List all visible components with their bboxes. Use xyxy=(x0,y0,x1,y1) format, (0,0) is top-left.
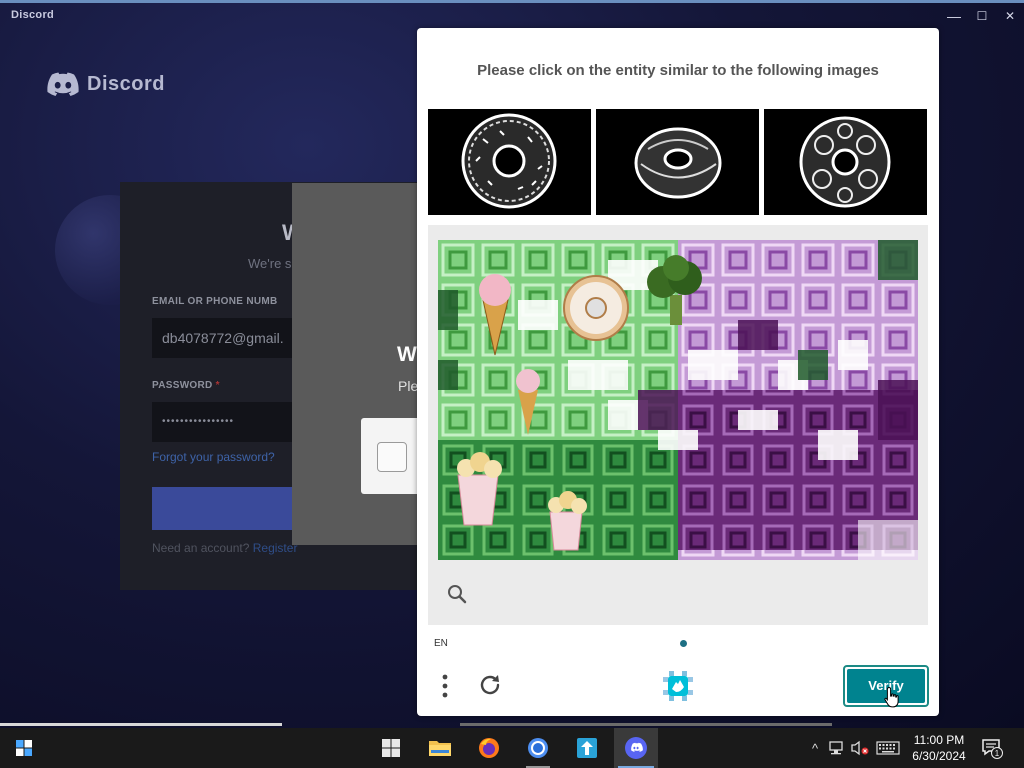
hcaptcha-challenge: Please click on the entity similar to th… xyxy=(417,28,939,716)
password-label: PASSWORD * xyxy=(152,380,220,391)
login-subheading: We're s xyxy=(248,256,292,271)
maximize-button[interactable]: ☐ xyxy=(967,6,997,26)
taskbar-app-store[interactable] xyxy=(565,728,609,768)
discord-logo-text: Discord xyxy=(87,72,165,95)
example-image-1 xyxy=(428,109,591,215)
taskbar-clock[interactable]: 11:00 PM 6/30/2024 xyxy=(910,732,968,764)
challenge-task-image[interactable] xyxy=(438,240,918,560)
taskbar-chrome[interactable] xyxy=(516,728,560,768)
object-donut[interactable] xyxy=(563,275,629,341)
windows-icon xyxy=(382,739,400,757)
app-store-icon xyxy=(577,738,597,758)
zoom-icon[interactable] xyxy=(447,584,467,604)
taskbar-firefox[interactable] xyxy=(467,728,511,768)
network-icon[interactable] xyxy=(828,740,846,756)
taskbar-discord[interactable] xyxy=(614,728,658,768)
language-selector[interactable]: EN xyxy=(434,638,448,649)
refresh-icon[interactable] xyxy=(477,672,503,698)
discord-icon xyxy=(625,737,647,759)
keyboard-icon[interactable] xyxy=(876,740,900,756)
clock-date: 6/30/2024 xyxy=(912,749,966,763)
challenge-prompt: Please click on the entity similar to th… xyxy=(477,62,879,79)
captcha-prompt-subtext: Ple xyxy=(398,378,419,394)
minimize-button[interactable]: — xyxy=(939,6,969,26)
chrome-icon xyxy=(528,738,548,758)
firefox-icon xyxy=(479,738,499,758)
menu-icon[interactable] xyxy=(440,673,450,699)
notification-count: 1 xyxy=(995,749,1000,758)
window-title: Discord xyxy=(11,9,55,21)
discord-logo: Discord xyxy=(47,72,165,96)
notification-icon: 1 xyxy=(982,739,1003,759)
need-account-text: Need an account? Register xyxy=(152,541,298,555)
close-button[interactable]: ✕ xyxy=(995,6,1024,26)
window-scroll-indicator xyxy=(0,723,282,726)
window-scroll-track xyxy=(460,723,832,726)
example-image-3 xyxy=(764,109,927,215)
start-button[interactable] xyxy=(2,728,46,768)
register-link[interactable]: Register xyxy=(253,541,298,555)
hcaptcha-logo-icon xyxy=(663,671,693,701)
clock-time: 11:00 PM xyxy=(913,733,965,747)
notification-center-button[interactable]: 1 xyxy=(972,728,1012,768)
discord-logo-icon xyxy=(47,72,79,96)
captcha-prompt-heading: W xyxy=(397,343,417,366)
volume-muted-icon[interactable] xyxy=(850,740,870,756)
folder-icon xyxy=(429,741,451,756)
tray-chevron-icon[interactable]: ^ xyxy=(806,741,824,756)
example-images xyxy=(428,109,927,215)
taskbar-file-explorer[interactable] xyxy=(418,728,462,768)
page-indicator-dot xyxy=(680,640,687,647)
hcaptcha-checkbox-widget xyxy=(361,418,417,494)
hcaptcha-checkbox[interactable] xyxy=(377,442,407,472)
system-tray: ^ xyxy=(806,728,900,768)
taskbar-windows-icon[interactable] xyxy=(369,728,413,768)
email-label: EMAIL OR PHONE NUMB xyxy=(152,296,278,307)
hand-cursor-icon xyxy=(884,686,899,708)
taskbar: ^ 11:00 PM 6/30/2024 1 xyxy=(0,723,1024,768)
start-icon xyxy=(16,740,32,756)
task-area xyxy=(428,225,928,625)
example-image-2 xyxy=(596,109,759,215)
title-bar: Discord — ☐ ✕ xyxy=(0,3,1024,29)
forgot-password-link[interactable]: Forgot your password? xyxy=(152,450,275,464)
